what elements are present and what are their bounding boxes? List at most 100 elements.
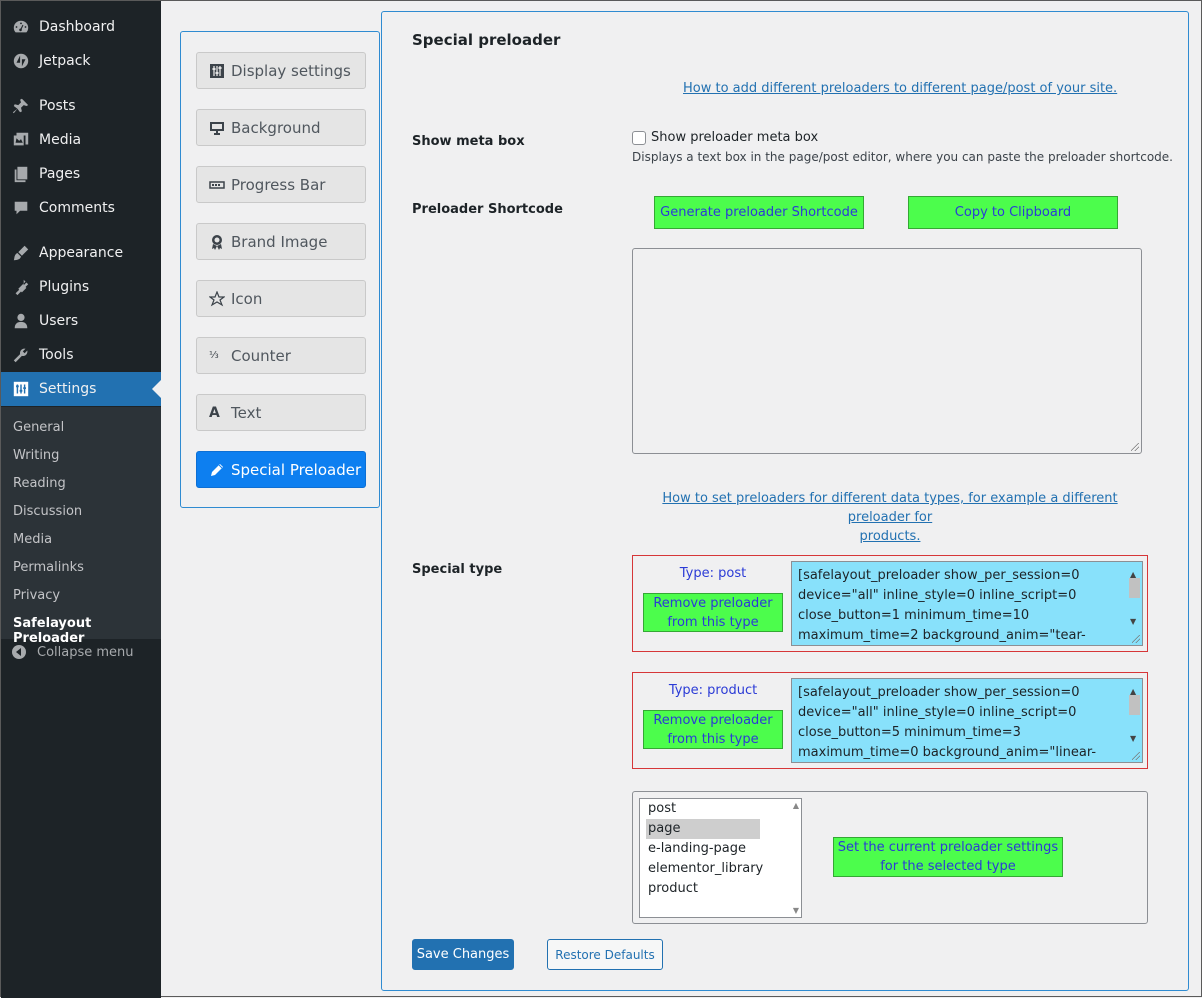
type-option[interactable]: post bbox=[648, 799, 676, 819]
wrench-icon bbox=[1, 346, 39, 364]
tab-text[interactable]: A Text bbox=[196, 394, 366, 431]
type-option[interactable]: elementor_library bbox=[648, 859, 763, 879]
menu-item-posts[interactable]: Posts bbox=[1, 89, 161, 123]
submenu-media[interactable]: Media bbox=[13, 532, 52, 547]
menu-item-comments[interactable]: Comments bbox=[1, 191, 161, 225]
menu-item-jetpack[interactable]: Jetpack bbox=[1, 44, 161, 78]
tab-label: Counter bbox=[231, 346, 291, 365]
resize-handle[interactable] bbox=[1132, 752, 1140, 760]
restore-defaults-button[interactable]: Restore Defaults bbox=[547, 939, 663, 970]
collapse-icon bbox=[1, 644, 37, 660]
tab-background[interactable]: Background bbox=[196, 109, 366, 146]
meta-box-label: Show meta box bbox=[412, 134, 525, 149]
submenu-reading[interactable]: Reading bbox=[13, 476, 66, 491]
menu-label: Settings bbox=[39, 381, 97, 397]
scroll-up-arrow[interactable]: ▲ bbox=[793, 801, 799, 810]
media-icon bbox=[1, 131, 39, 149]
submenu-writing[interactable]: Writing bbox=[13, 448, 59, 463]
link-types-help[interactable]: How to set preloaders for different data… bbox=[632, 489, 1148, 546]
shortcode-line: [safelayout_preloader show_per_session=0 bbox=[798, 568, 1080, 583]
remove-preloader-button[interactable]: Remove preloader from this type bbox=[643, 593, 783, 632]
type-entry-product: Type: product Remove preloader from this … bbox=[632, 672, 1148, 769]
shortcode-line: close_button=5 minimum_time=3 bbox=[798, 725, 1021, 740]
pencil-icon bbox=[209, 462, 231, 478]
type-option[interactable]: product bbox=[648, 879, 698, 899]
text-icon: A bbox=[209, 404, 220, 421]
shortcode-line: maximum_time=2 background_anim="tear- bbox=[798, 628, 1086, 643]
tab-label: Icon bbox=[231, 289, 263, 308]
copy-clipboard-button[interactable]: Copy to Clipboard bbox=[908, 196, 1118, 229]
submenu-discussion[interactable]: Discussion bbox=[13, 504, 82, 519]
shortcode-line: close_button=1 minimum_time=10 bbox=[798, 608, 1030, 623]
tab-label: Special Preloader bbox=[231, 460, 362, 479]
type-label: Type: product bbox=[668, 683, 758, 698]
menu-item-appearance[interactable]: Appearance bbox=[1, 236, 161, 270]
link-types-line1[interactable]: How to set preloaders for different data… bbox=[662, 491, 1117, 525]
tab-display-settings[interactable]: Display settings bbox=[196, 52, 366, 89]
progress-bar-icon bbox=[209, 177, 231, 193]
type-shortcode-textarea[interactable]: [safelayout_preloader show_per_session=0… bbox=[791, 678, 1143, 763]
star-icon bbox=[209, 290, 231, 307]
menu-item-users[interactable]: Users bbox=[1, 304, 161, 338]
scroll-down-arrow[interactable]: ▼ bbox=[793, 906, 799, 915]
remove-preloader-button[interactable]: Remove preloader from this type bbox=[643, 710, 783, 749]
settings-submenu: General Writing Reading Discussion Media… bbox=[1, 407, 161, 646]
tab-icon[interactable]: Icon bbox=[196, 280, 366, 317]
tab-counter[interactable]: ⅓ Counter bbox=[196, 337, 366, 374]
submenu-privacy[interactable]: Privacy bbox=[13, 588, 60, 603]
type-option-selected[interactable]: page bbox=[646, 819, 760, 839]
special-type-label: Special type bbox=[412, 562, 503, 577]
tab-label: Background bbox=[231, 118, 321, 137]
menu-item-dashboard[interactable]: Dashboard bbox=[1, 10, 161, 44]
menu-item-plugins[interactable]: Plugins bbox=[1, 270, 161, 304]
collapse-label: Collapse menu bbox=[37, 644, 134, 660]
shortcode-textarea[interactable] bbox=[632, 248, 1142, 454]
meta-box-checkbox[interactable] bbox=[632, 131, 646, 145]
main-panel: Special preloader How to add different p… bbox=[381, 11, 1189, 991]
resize-handle[interactable] bbox=[1132, 635, 1140, 643]
meta-box-description: Displays a text box in the page/post edi… bbox=[632, 150, 1173, 164]
sliders-icon bbox=[209, 63, 231, 79]
collapse-menu[interactable]: Collapse menu bbox=[1, 639, 161, 665]
scrollbar[interactable]: ▲ ▼ bbox=[1127, 562, 1142, 645]
type-shortcode-textarea[interactable]: [safelayout_preloader show_per_session=0… bbox=[791, 561, 1143, 646]
meta-box-checkbox-label[interactable]: Show preloader meta box bbox=[651, 130, 818, 145]
set-type-settings-button[interactable]: Set the current preloader settings for th… bbox=[833, 837, 1063, 877]
type-label: Type: post bbox=[679, 566, 747, 581]
generate-shortcode-button[interactable]: Generate preloader Shortcode bbox=[654, 196, 864, 229]
type-option[interactable]: e-landing-page bbox=[648, 839, 746, 859]
brush-icon bbox=[1, 244, 39, 262]
menu-item-media[interactable]: Media bbox=[1, 123, 161, 157]
link-pages-help[interactable]: How to add different preloaders to diffe… bbox=[683, 81, 1117, 96]
menu-item-tools[interactable]: Tools bbox=[1, 338, 161, 372]
comment-icon bbox=[1, 199, 39, 217]
admin-menu: Dashboard Jetpack Posts Media Pages Comm… bbox=[1, 1, 161, 998]
monitor-icon bbox=[209, 120, 231, 136]
pin-icon bbox=[1, 97, 39, 115]
submenu-general[interactable]: General bbox=[13, 420, 64, 435]
shortcode-line: [safelayout_preloader show_per_session=0 bbox=[798, 685, 1080, 700]
remove-line1: Remove preloader bbox=[653, 595, 773, 611]
tab-special-preloader[interactable]: Special Preloader bbox=[196, 451, 366, 488]
link-types-line2[interactable]: products. bbox=[860, 529, 921, 544]
page-title: Special preloader bbox=[412, 31, 561, 49]
shortcode-line: maximum_time=0 background_anim="linear-r… bbox=[798, 745, 1097, 760]
menu-item-settings[interactable]: Settings bbox=[1, 372, 161, 406]
menu-item-pages[interactable]: Pages bbox=[1, 157, 161, 191]
plugin-icon bbox=[1, 278, 39, 296]
tab-label: Text bbox=[231, 403, 262, 422]
type-select-list[interactable]: post page e-landing-page elementor_libra… bbox=[639, 798, 802, 918]
scrollbar[interactable]: ▲ ▼ bbox=[1127, 679, 1142, 762]
resize-handle[interactable] bbox=[1131, 443, 1139, 451]
save-changes-button[interactable]: Save Changes bbox=[412, 939, 514, 970]
tab-progress-bar[interactable]: Progress Bar bbox=[196, 166, 366, 203]
menu-label: Jetpack bbox=[39, 53, 91, 69]
remove-line2: from this type bbox=[667, 731, 759, 747]
pages-icon bbox=[1, 165, 39, 183]
tab-brand-image[interactable]: Brand Image bbox=[196, 223, 366, 260]
settings-tab-panel: Display settings Background Progress Bar… bbox=[180, 31, 380, 508]
award-icon bbox=[209, 234, 231, 250]
set-line1: Set the current preloader settings bbox=[837, 840, 1059, 855]
submenu-permalinks[interactable]: Permalinks bbox=[13, 560, 84, 575]
type-select-box: post page e-landing-page elementor_libra… bbox=[632, 791, 1148, 924]
